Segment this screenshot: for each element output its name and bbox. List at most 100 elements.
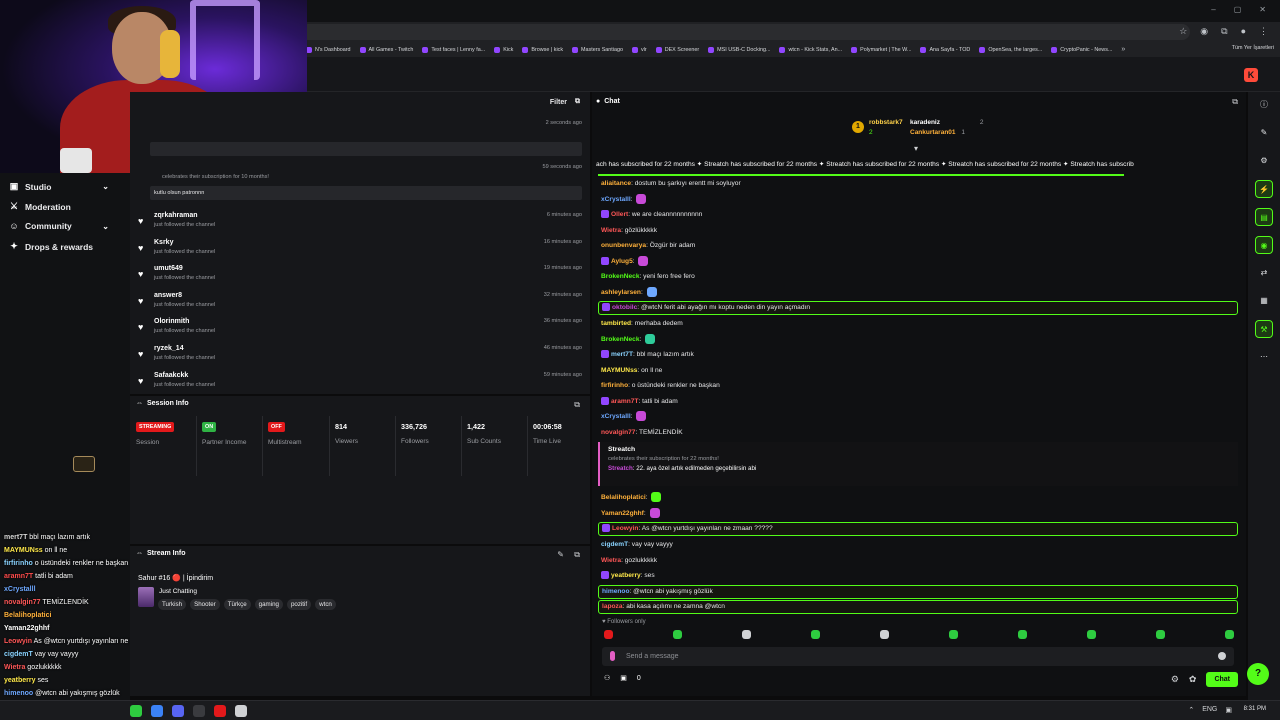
stream-tag[interactable]: Turkish	[158, 599, 187, 610]
chat-username[interactable]: ashleylarsen	[601, 289, 641, 296]
emote-icon[interactable]	[880, 630, 889, 639]
popout-icon[interactable]: ⧉	[574, 550, 580, 560]
chat-username[interactable]: onunbenvarya	[601, 242, 646, 249]
bookmark-item[interactable]: Browse | kick	[522, 46, 563, 53]
puzzle-icon[interactable]: ⧉	[1221, 25, 1227, 38]
taskbar-app-icon[interactable]	[214, 705, 226, 717]
filter-button[interactable]: Filter	[550, 99, 567, 106]
more-bookmarks-icon[interactable]: »	[1121, 46, 1125, 53]
chat-username[interactable]: firfirinho	[601, 382, 628, 389]
emote-icon[interactable]	[673, 630, 682, 639]
emoji-icon[interactable]	[1218, 652, 1226, 660]
chat-username[interactable]: Wietra	[601, 557, 621, 564]
chat-username[interactable]: aramn7T	[611, 398, 639, 405]
chat-username[interactable]: Yaman22ghhf	[601, 510, 644, 517]
popout-icon[interactable]: ⧉	[575, 98, 580, 106]
bookmark-item[interactable]: Kick	[494, 46, 513, 53]
minimize-icon[interactable]: –	[1211, 5, 1215, 14]
chat-username[interactable]: oktobilc	[612, 304, 637, 311]
chat-username[interactable]: xCrystalll	[601, 196, 631, 203]
chat-username[interactable]: xCrystalll	[601, 413, 631, 420]
notification-icon[interactable]: ▣	[1225, 706, 1232, 714]
bookmarks-folder[interactable]: Tüm Yer İşaretleri	[1232, 45, 1274, 51]
bookmark-item[interactable]: Ana Sayfa - TOD	[920, 46, 970, 53]
language-indicator[interactable]: ENG	[1202, 706, 1217, 714]
rail-icon[interactable]: ⓘ	[1255, 96, 1273, 114]
mic-icon[interactable]	[610, 651, 615, 661]
chat-username[interactable]: aliaitance	[601, 180, 631, 187]
stream-tag[interactable]: Türkçe	[223, 599, 251, 610]
settings-icon[interactable]: ✿	[1189, 674, 1197, 685]
chevron-down-icon[interactable]: ⌄	[102, 182, 109, 191]
rail-icon[interactable]: ✎	[1255, 124, 1273, 142]
popout-icon[interactable]: ⧉	[1232, 97, 1238, 107]
emote-icon[interactable]	[1087, 630, 1096, 639]
send-chat-button[interactable]: Chat	[1206, 672, 1238, 687]
rail-icon[interactable]: ⋯	[1255, 348, 1273, 366]
stream-tag[interactable]: wtcn	[315, 599, 336, 610]
emote-icon[interactable]	[1156, 630, 1165, 639]
drag-handle-icon[interactable]: ⇔	[136, 550, 143, 557]
bookmark-item[interactable]: vlr	[631, 46, 647, 53]
chevron-down-icon[interactable]: ▾	[914, 144, 918, 153]
rail-icon[interactable]: ⚙	[1255, 152, 1273, 170]
address-bar[interactable]	[300, 24, 1190, 40]
bookmark-item[interactable]: Polymarket | The W...	[851, 46, 911, 53]
sidebar-item-studio[interactable]: ▣ Studio ⌄	[9, 181, 121, 192]
drag-handle-icon[interactable]: ⇔	[136, 400, 143, 407]
taskbar-app-icon[interactable]	[130, 705, 142, 717]
taskbar-app-icon[interactable]	[193, 705, 205, 717]
chat-username[interactable]: tambirted	[601, 320, 631, 327]
chevron-down-icon[interactable]: ⌄	[102, 222, 109, 231]
extension-icon[interactable]: ◉	[1200, 25, 1208, 38]
tray-chevron-icon[interactable]: ⌃	[1188, 706, 1194, 714]
bookmark-item[interactable]: CryptoPanic - News...	[1051, 46, 1112, 53]
chat-username[interactable]: Leowyin	[612, 525, 638, 532]
bookmark-item[interactable]: wtcn - Kick Stats, An...	[779, 46, 842, 53]
chat-username[interactable]: Wietra	[601, 227, 621, 234]
sidebar-item-community[interactable]: ☺ Community ⌄	[9, 221, 121, 231]
chat-username[interactable]: Belalihoplatici	[601, 494, 646, 501]
bookmark-item[interactable]: N's Dashboard	[306, 46, 351, 53]
chat-username[interactable]: mert7T	[611, 351, 633, 358]
sidebar-item-moderation[interactable]: ⚔ Moderation	[9, 201, 71, 212]
emote-icon[interactable]	[742, 630, 751, 639]
chat-username[interactable]: yeatberry	[611, 572, 641, 579]
chat-username[interactable]: lapoza	[602, 603, 623, 610]
chat-username[interactable]: BrokenNeck	[601, 273, 639, 280]
popout-icon[interactable]: ⧉	[574, 400, 580, 410]
stream-tag[interactable]: pozitif	[286, 599, 312, 610]
points-icon[interactable]: ⚇	[604, 674, 610, 682]
kick-logo-icon[interactable]: K	[1244, 68, 1258, 82]
profile-icon[interactable]: ●	[1241, 25, 1246, 38]
emote-icon[interactable]	[1225, 630, 1234, 639]
emote-icon[interactable]	[604, 630, 613, 639]
taskbar-app-icon[interactable]	[235, 705, 247, 717]
stream-tag[interactable]: Shooter	[190, 599, 220, 610]
emote-icon[interactable]	[811, 630, 820, 639]
chat-username[interactable]: Aylug5	[611, 258, 633, 265]
emote-icon[interactable]	[1018, 630, 1027, 639]
bookmark-item[interactable]: Test faces | Lenny fa...	[422, 46, 485, 53]
bookmark-item[interactable]: All Games - Twitch	[359, 46, 413, 53]
sidebar-item-drops[interactable]: ✦ Drops & rewards	[9, 241, 93, 252]
chat-username[interactable]: cigdemT	[601, 541, 628, 548]
close-icon[interactable]: ✕	[1259, 5, 1266, 14]
bookmark-item[interactable]: MSI USB-C Docking...	[708, 46, 770, 53]
chat-username[interactable]: BrokenNeck	[601, 336, 639, 343]
rail-icon[interactable]: ⚒	[1255, 320, 1273, 338]
chest-icon[interactable]: ▣	[620, 674, 627, 682]
rail-icon[interactable]: ⚡	[1255, 180, 1273, 198]
taskbar-app-icon[interactable]	[151, 705, 163, 717]
stream-category[interactable]: Just Chatting	[159, 588, 197, 595]
chat-username[interactable]: MAYMUNss	[601, 367, 637, 374]
bookmark-item[interactable]: OpenSea, the larges...	[979, 46, 1042, 53]
gear-icon[interactable]: ⚙	[1171, 674, 1179, 685]
taskbar-app-icon[interactable]	[172, 705, 184, 717]
menu-icon[interactable]: ⋮	[1259, 25, 1268, 38]
bookmark-item[interactable]: Masters Santiago	[572, 46, 623, 53]
stream-tag[interactable]: gaming	[254, 599, 283, 610]
emote-icon[interactable]	[949, 630, 958, 639]
rail-icon[interactable]: ▤	[1255, 208, 1273, 226]
edit-icon[interactable]: ✎	[557, 550, 564, 559]
